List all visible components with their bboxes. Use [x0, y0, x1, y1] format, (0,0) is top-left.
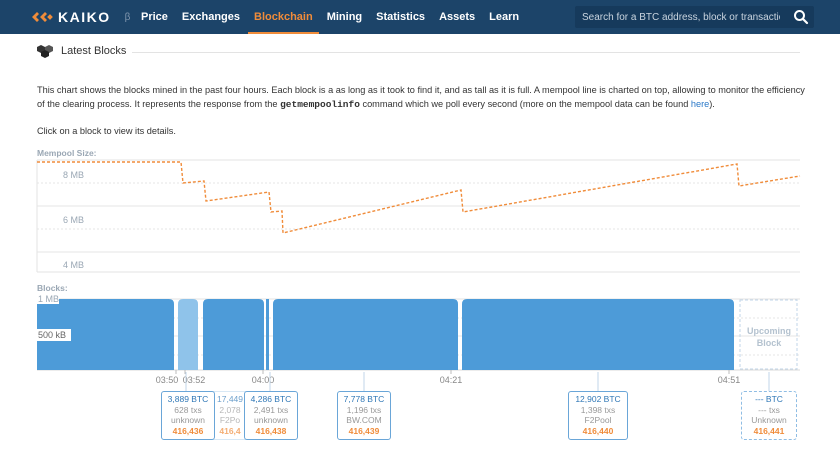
card-height: 416,438: [255, 425, 287, 436]
block-card-416440[interactable]: 12,902 BTC 1,398 txs F2Pool 416,440: [568, 391, 628, 440]
block-416438-a[interactable]: [203, 299, 264, 370]
mempool-tick-6mb: 6 MB: [63, 215, 84, 225]
block-card-416436[interactable]: 3,889 BTC 628 txs unknown 416,436: [161, 391, 215, 440]
card-height: 416,439: [348, 425, 380, 436]
mempool-line: [37, 161, 801, 234]
card-pool: unknown: [170, 415, 206, 425]
blocks-tick-500kb: 500 kB: [38, 330, 66, 340]
mempool-tick-8mb: 8 MB: [63, 170, 84, 180]
block-416438-b[interactable]: [266, 299, 269, 370]
block-416437[interactable]: [178, 299, 198, 370]
card-btc: 4,286 BTC: [250, 394, 292, 404]
block-card-416438[interactable]: 4,286 BTC 2,491 txs unknown 416,438: [244, 391, 298, 440]
card-btc: --- BTC: [755, 394, 783, 404]
card-txs: 2,491 txs: [253, 404, 289, 415]
mempool-tick-4mb: 4 MB: [63, 260, 84, 270]
block-416439[interactable]: [273, 299, 458, 370]
upcoming-block-label-1: Upcoming: [747, 326, 791, 336]
block-416440[interactable]: [462, 299, 734, 370]
time-label-0350: 03:50: [156, 375, 179, 385]
time-label-0421: 04:21: [440, 375, 463, 385]
block-card-416441[interactable]: --- BTC --- txs Unknown 416,441: [741, 391, 797, 440]
card-txs: 628 txs: [174, 404, 202, 415]
card-pool: BW.COM: [346, 415, 382, 425]
card-btc: 7,778 BTC: [343, 394, 385, 404]
card-btc: 3,889 BTC: [167, 394, 209, 404]
card-height: 416,440: [582, 425, 614, 436]
card-height: 416,441: [753, 425, 785, 436]
block-card-416439[interactable]: 7,778 BTC 1,196 txs BW.COM 416,439: [337, 391, 391, 440]
time-label-0451: 04:51: [718, 375, 741, 385]
card-txs: 1,196 txs: [346, 404, 382, 415]
card-height: 416,436: [172, 425, 204, 436]
card-pool: unknown: [253, 415, 289, 425]
card-txs: --- txs: [758, 404, 780, 415]
upcoming-block-label-2: Block: [757, 338, 783, 348]
card-pool: F2Pool: [584, 415, 612, 425]
card-btc: 12,902 BTC: [575, 394, 621, 404]
time-label-0400: 04:00: [252, 375, 275, 385]
card-txs: 1,398 txs: [580, 404, 616, 415]
blocks-tick-1mb: 1 MB: [38, 294, 59, 304]
latest-blocks-chart: 8 MB 6 MB 4 MB Upcoming Block 1 MB 500 k…: [36, 159, 801, 391]
card-pool: Unknown: [751, 415, 787, 425]
